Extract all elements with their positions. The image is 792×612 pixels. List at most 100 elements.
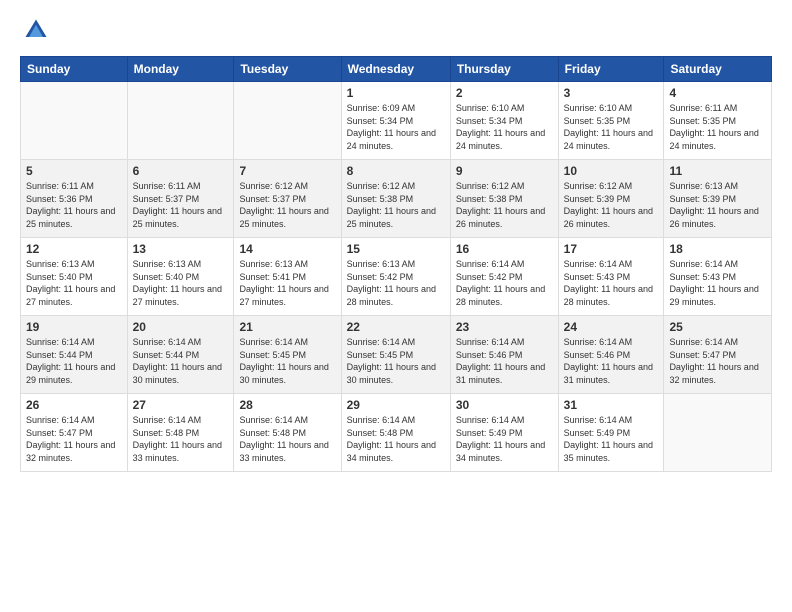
calendar-day: 3 Sunrise: 6:10 AM Sunset: 5:35 PM Daylig… xyxy=(558,82,664,160)
calendar-day: 25 Sunrise: 6:14 AM Sunset: 5:47 PM Dayli… xyxy=(664,316,772,394)
day-info: Sunrise: 6:14 AM Sunset: 5:42 PM Dayligh… xyxy=(456,258,553,308)
day-number: 25 xyxy=(669,320,766,334)
day-number: 11 xyxy=(669,164,766,178)
calendar-day: 7 Sunrise: 6:12 AM Sunset: 5:37 PM Daylig… xyxy=(234,160,341,238)
header xyxy=(20,16,772,44)
day-info: Sunrise: 6:14 AM Sunset: 5:43 PM Dayligh… xyxy=(669,258,766,308)
day-number: 24 xyxy=(564,320,659,334)
day-info: Sunrise: 6:10 AM Sunset: 5:34 PM Dayligh… xyxy=(456,102,553,152)
day-number: 29 xyxy=(347,398,445,412)
day-number: 9 xyxy=(456,164,553,178)
calendar-day: 30 Sunrise: 6:14 AM Sunset: 5:49 PM Dayli… xyxy=(450,394,558,472)
day-number: 28 xyxy=(239,398,335,412)
day-number: 1 xyxy=(347,86,445,100)
day-header-sunday: Sunday xyxy=(21,57,128,82)
day-info: Sunrise: 6:10 AM Sunset: 5:35 PM Dayligh… xyxy=(564,102,659,152)
day-info: Sunrise: 6:14 AM Sunset: 5:49 PM Dayligh… xyxy=(564,414,659,464)
calendar-day: 22 Sunrise: 6:14 AM Sunset: 5:45 PM Dayli… xyxy=(341,316,450,394)
day-number: 7 xyxy=(239,164,335,178)
page: SundayMondayTuesdayWednesdayThursdayFrid… xyxy=(0,0,792,612)
day-info: Sunrise: 6:11 AM Sunset: 5:35 PM Dayligh… xyxy=(669,102,766,152)
calendar-day: 14 Sunrise: 6:13 AM Sunset: 5:41 PM Dayli… xyxy=(234,238,341,316)
day-info: Sunrise: 6:13 AM Sunset: 5:42 PM Dayligh… xyxy=(347,258,445,308)
day-header-friday: Friday xyxy=(558,57,664,82)
day-number: 23 xyxy=(456,320,553,334)
day-number: 27 xyxy=(133,398,229,412)
calendar-week-3: 12 Sunrise: 6:13 AM Sunset: 5:40 PM Dayli… xyxy=(21,238,772,316)
day-number: 18 xyxy=(669,242,766,256)
day-info: Sunrise: 6:11 AM Sunset: 5:37 PM Dayligh… xyxy=(133,180,229,230)
calendar-week-4: 19Sunrise: 6:14 AM Sunset: 5:44 PM Dayli… xyxy=(21,316,772,394)
calendar-day xyxy=(234,82,341,160)
day-number: 2 xyxy=(456,86,553,100)
day-info: Sunrise: 6:13 AM Sunset: 5:40 PM Dayligh… xyxy=(133,258,229,308)
day-info: Sunrise: 6:14 AM Sunset: 5:44 PM Dayligh… xyxy=(26,336,122,386)
day-header-wednesday: Wednesday xyxy=(341,57,450,82)
day-info: Sunrise: 6:12 AM Sunset: 5:39 PM Dayligh… xyxy=(564,180,659,230)
calendar-day: 11 Sunrise: 6:13 AM Sunset: 5:39 PM Dayli… xyxy=(664,160,772,238)
day-info: Sunrise: 6:14 AM Sunset: 5:45 PM Dayligh… xyxy=(239,336,335,386)
day-number: 30 xyxy=(456,398,553,412)
day-number: 12 xyxy=(26,242,122,256)
calendar-day xyxy=(21,82,128,160)
calendar-table: SundayMondayTuesdayWednesdayThursdayFrid… xyxy=(20,56,772,472)
day-info: Sunrise: 6:14 AM Sunset: 5:48 PM Dayligh… xyxy=(239,414,335,464)
calendar-day: 5Sunrise: 6:11 AM Sunset: 5:36 PM Daylig… xyxy=(21,160,128,238)
day-info: Sunrise: 6:13 AM Sunset: 5:40 PM Dayligh… xyxy=(26,258,122,308)
day-number: 5 xyxy=(26,164,122,178)
calendar-day: 20 Sunrise: 6:14 AM Sunset: 5:44 PM Dayli… xyxy=(127,316,234,394)
day-info: Sunrise: 6:13 AM Sunset: 5:39 PM Dayligh… xyxy=(669,180,766,230)
calendar-day: 4 Sunrise: 6:11 AM Sunset: 5:35 PM Daylig… xyxy=(664,82,772,160)
calendar-day: 31Sunrise: 6:14 AM Sunset: 5:49 PM Dayli… xyxy=(558,394,664,472)
day-header-saturday: Saturday xyxy=(664,57,772,82)
calendar-day: 2 Sunrise: 6:10 AM Sunset: 5:34 PM Daylig… xyxy=(450,82,558,160)
day-number: 21 xyxy=(239,320,335,334)
day-number: 3 xyxy=(564,86,659,100)
calendar-day: 16 Sunrise: 6:14 AM Sunset: 5:42 PM Dayli… xyxy=(450,238,558,316)
calendar-day: 29 Sunrise: 6:14 AM Sunset: 5:48 PM Dayli… xyxy=(341,394,450,472)
calendar-day: 28 Sunrise: 6:14 AM Sunset: 5:48 PM Dayli… xyxy=(234,394,341,472)
day-number: 22 xyxy=(347,320,445,334)
calendar-day xyxy=(664,394,772,472)
calendar-week-1: 1 Sunrise: 6:09 AM Sunset: 5:34 PM Daylig… xyxy=(21,82,772,160)
calendar-week-2: 5Sunrise: 6:11 AM Sunset: 5:36 PM Daylig… xyxy=(21,160,772,238)
day-info: Sunrise: 6:14 AM Sunset: 5:43 PM Dayligh… xyxy=(564,258,659,308)
calendar-day: 19Sunrise: 6:14 AM Sunset: 5:44 PM Dayli… xyxy=(21,316,128,394)
calendar-day: 6 Sunrise: 6:11 AM Sunset: 5:37 PM Daylig… xyxy=(127,160,234,238)
day-number: 16 xyxy=(456,242,553,256)
day-info: Sunrise: 6:14 AM Sunset: 5:44 PM Dayligh… xyxy=(133,336,229,386)
day-info: Sunrise: 6:12 AM Sunset: 5:38 PM Dayligh… xyxy=(347,180,445,230)
calendar-day: 13Sunrise: 6:13 AM Sunset: 5:40 PM Dayli… xyxy=(127,238,234,316)
calendar-day: 18 Sunrise: 6:14 AM Sunset: 5:43 PM Dayli… xyxy=(664,238,772,316)
day-number: 4 xyxy=(669,86,766,100)
calendar-day: 10Sunrise: 6:12 AM Sunset: 5:39 PM Dayli… xyxy=(558,160,664,238)
day-info: Sunrise: 6:14 AM Sunset: 5:47 PM Dayligh… xyxy=(26,414,122,464)
day-header-thursday: Thursday xyxy=(450,57,558,82)
day-info: Sunrise: 6:14 AM Sunset: 5:46 PM Dayligh… xyxy=(456,336,553,386)
calendar-day: 21 Sunrise: 6:14 AM Sunset: 5:45 PM Dayli… xyxy=(234,316,341,394)
calendar-day: 8 Sunrise: 6:12 AM Sunset: 5:38 PM Daylig… xyxy=(341,160,450,238)
day-number: 6 xyxy=(133,164,229,178)
day-number: 15 xyxy=(347,242,445,256)
calendar-day: 24Sunrise: 6:14 AM Sunset: 5:46 PM Dayli… xyxy=(558,316,664,394)
day-number: 17 xyxy=(564,242,659,256)
day-number: 14 xyxy=(239,242,335,256)
calendar-day xyxy=(127,82,234,160)
day-info: Sunrise: 6:14 AM Sunset: 5:48 PM Dayligh… xyxy=(133,414,229,464)
calendar-day: 17 Sunrise: 6:14 AM Sunset: 5:43 PM Dayli… xyxy=(558,238,664,316)
day-number: 20 xyxy=(133,320,229,334)
day-info: Sunrise: 6:09 AM Sunset: 5:34 PM Dayligh… xyxy=(347,102,445,152)
day-info: Sunrise: 6:12 AM Sunset: 5:37 PM Dayligh… xyxy=(239,180,335,230)
day-number: 8 xyxy=(347,164,445,178)
day-info: Sunrise: 6:14 AM Sunset: 5:48 PM Dayligh… xyxy=(347,414,445,464)
day-info: Sunrise: 6:13 AM Sunset: 5:41 PM Dayligh… xyxy=(239,258,335,308)
logo-icon xyxy=(22,16,50,44)
day-info: Sunrise: 6:14 AM Sunset: 5:45 PM Dayligh… xyxy=(347,336,445,386)
day-info: Sunrise: 6:14 AM Sunset: 5:49 PM Dayligh… xyxy=(456,414,553,464)
calendar-day: 23 Sunrise: 6:14 AM Sunset: 5:46 PM Dayli… xyxy=(450,316,558,394)
calendar-day: 15 Sunrise: 6:13 AM Sunset: 5:42 PM Dayli… xyxy=(341,238,450,316)
day-header-tuesday: Tuesday xyxy=(234,57,341,82)
calendar-day: 27 Sunrise: 6:14 AM Sunset: 5:48 PM Dayli… xyxy=(127,394,234,472)
calendar-day: 26Sunrise: 6:14 AM Sunset: 5:47 PM Dayli… xyxy=(21,394,128,472)
day-info: Sunrise: 6:14 AM Sunset: 5:47 PM Dayligh… xyxy=(669,336,766,386)
